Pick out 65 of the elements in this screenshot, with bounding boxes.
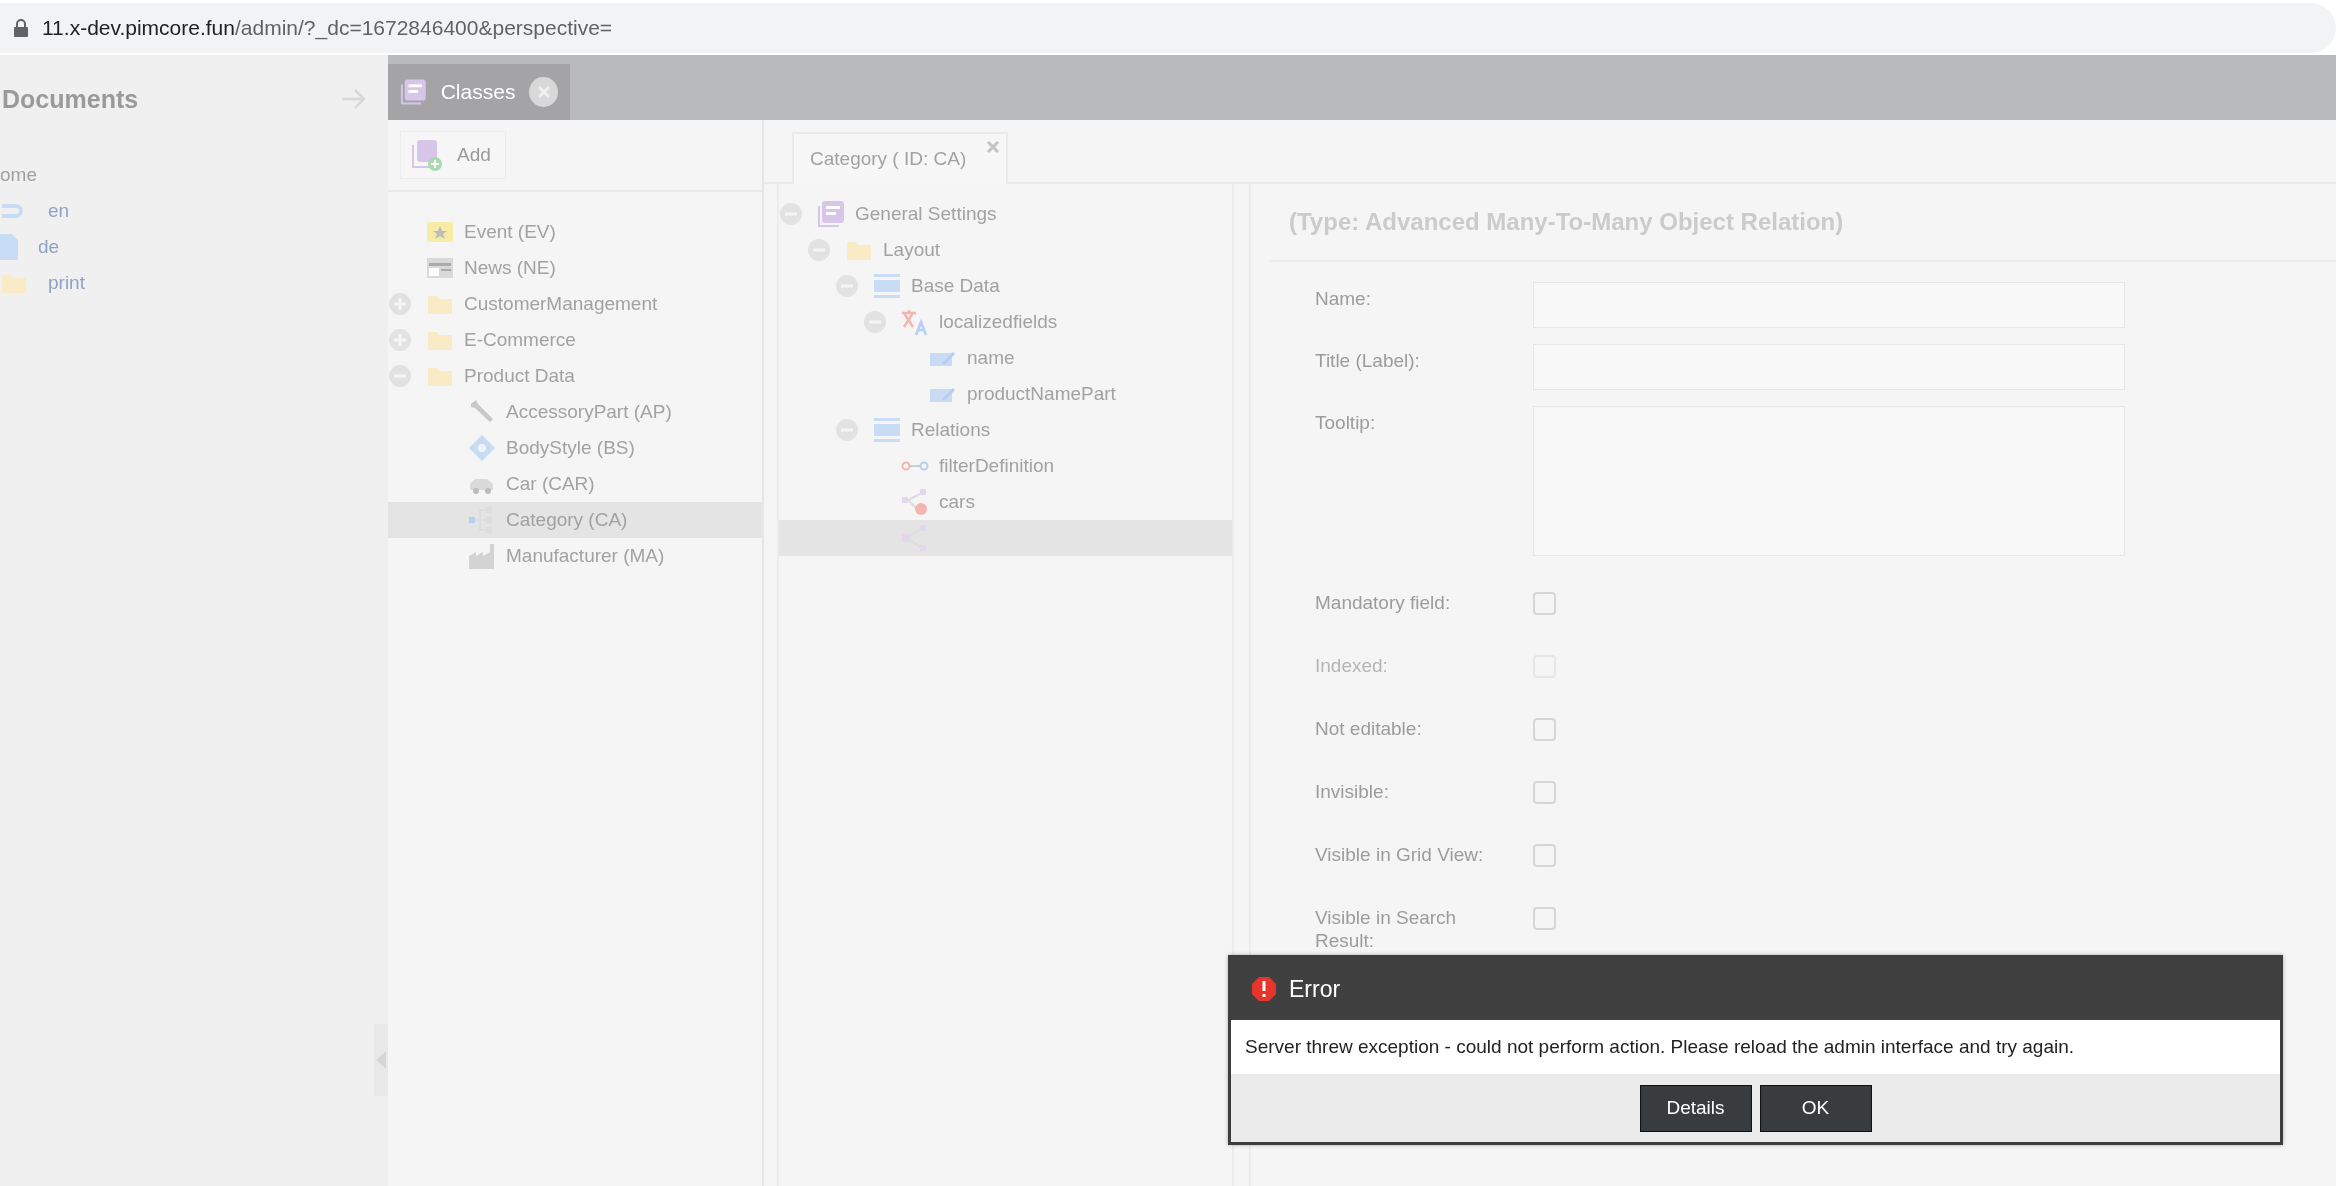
diamond-icon bbox=[468, 434, 496, 462]
tree-row[interactable]: E-Commerce bbox=[388, 322, 762, 358]
checkbox[interactable] bbox=[1533, 592, 1556, 615]
url-path: /admin/?_dc=1672846400&perspective= bbox=[235, 16, 613, 40]
tree-row[interactable]: name bbox=[779, 340, 1232, 376]
close-icon[interactable] bbox=[529, 77, 558, 107]
field-label: Name: bbox=[1315, 287, 1372, 311]
factory-icon bbox=[468, 542, 496, 570]
checkbox[interactable] bbox=[1533, 907, 1556, 930]
field-label: Mandatory field: bbox=[1315, 591, 1452, 615]
tree-label[interactable]: en bbox=[48, 200, 70, 222]
add-class-icon bbox=[411, 139, 443, 171]
tree-row[interactable]: Event (EV) bbox=[388, 214, 762, 250]
dialog-title: Error bbox=[1289, 975, 1341, 1003]
document-icon bbox=[0, 234, 18, 260]
url-host: 11.x-dev.pimcore.fun bbox=[42, 16, 235, 39]
dialog-button[interactable]: Details bbox=[1639, 1084, 1752, 1132]
field-label: Visible in Grid View: bbox=[1315, 843, 1485, 867]
tree-row[interactable]: Relations bbox=[779, 412, 1232, 448]
tree-label[interactable]: ome bbox=[0, 164, 37, 186]
class-icon bbox=[817, 200, 845, 228]
tree-row[interactable] bbox=[779, 520, 1232, 556]
translate-icon bbox=[901, 308, 929, 336]
address-bar[interactable]: 11.x-dev.pimcore.fun/admin/?_dc=1672846400&perspective= bbox=[0, 3, 2336, 53]
field-label: Indexed: bbox=[1315, 654, 1389, 678]
tree-row[interactable]: Car (CAR) bbox=[388, 466, 762, 502]
add-button[interactable]: Add bbox=[400, 131, 506, 179]
checkbox[interactable] bbox=[1533, 781, 1556, 804]
field-label: Title (Label): bbox=[1315, 349, 1421, 373]
tree-row[interactable]: CustomerManagement bbox=[388, 286, 762, 322]
error-message: Server threw exception - could not perform action. Please reload the admin interface and try again. bbox=[1231, 1020, 2280, 1074]
close-icon[interactable] bbox=[986, 140, 1001, 154]
tree-label[interactable]: de bbox=[38, 236, 60, 258]
tree-row[interactable]: productNamePart bbox=[779, 376, 1232, 412]
error-icon bbox=[1251, 976, 1277, 1002]
editor-tab[interactable]: Category ( ID: CA) bbox=[792, 132, 1009, 184]
tree-row[interactable]: cars bbox=[779, 484, 1232, 520]
checkbox[interactable] bbox=[1533, 718, 1556, 741]
arrow-right-icon[interactable] bbox=[340, 87, 368, 111]
tree-row[interactable]: General Settings bbox=[779, 196, 1232, 232]
tree-row[interactable]: AccessoryPart (AP) bbox=[388, 394, 762, 430]
tree-row[interactable]: Layout bbox=[779, 232, 1232, 268]
tree-row[interactable]: Product Data bbox=[388, 358, 762, 394]
lock-icon bbox=[14, 19, 28, 37]
field-label: Invisible: bbox=[1315, 780, 1390, 804]
tree-row[interactable]: News (NE) bbox=[388, 250, 762, 286]
tree-row[interactable]: filterDefinition bbox=[779, 448, 1232, 484]
tree-label[interactable]: print bbox=[48, 272, 85, 294]
panel-icon bbox=[873, 272, 901, 300]
field-label: Tooltip: bbox=[1315, 411, 1377, 435]
panel-title: Documents bbox=[2, 84, 139, 114]
panel-icon bbox=[873, 416, 901, 444]
tree-row[interactable]: Manufacturer (MA) bbox=[388, 538, 762, 574]
class-icon bbox=[400, 78, 427, 106]
tree-row[interactable]: localizedfields bbox=[779, 304, 1232, 340]
reverse-relation-icon bbox=[901, 488, 929, 516]
field-label: Visible in Search Result: bbox=[1315, 906, 1458, 953]
tree-row[interactable]: Base Data bbox=[779, 268, 1232, 304]
main-tab[interactable]: Classes bbox=[388, 64, 570, 120]
field-label: Not editable: bbox=[1315, 717, 1423, 741]
tree-row[interactable]: Category (CA) bbox=[388, 502, 762, 538]
dialog-button[interactable]: OK bbox=[1759, 1084, 1872, 1132]
collapse-handle[interactable] bbox=[374, 1024, 388, 1096]
checkbox[interactable] bbox=[1533, 844, 1556, 867]
tree-row[interactable]: BodyStyle (BS) bbox=[388, 430, 762, 466]
